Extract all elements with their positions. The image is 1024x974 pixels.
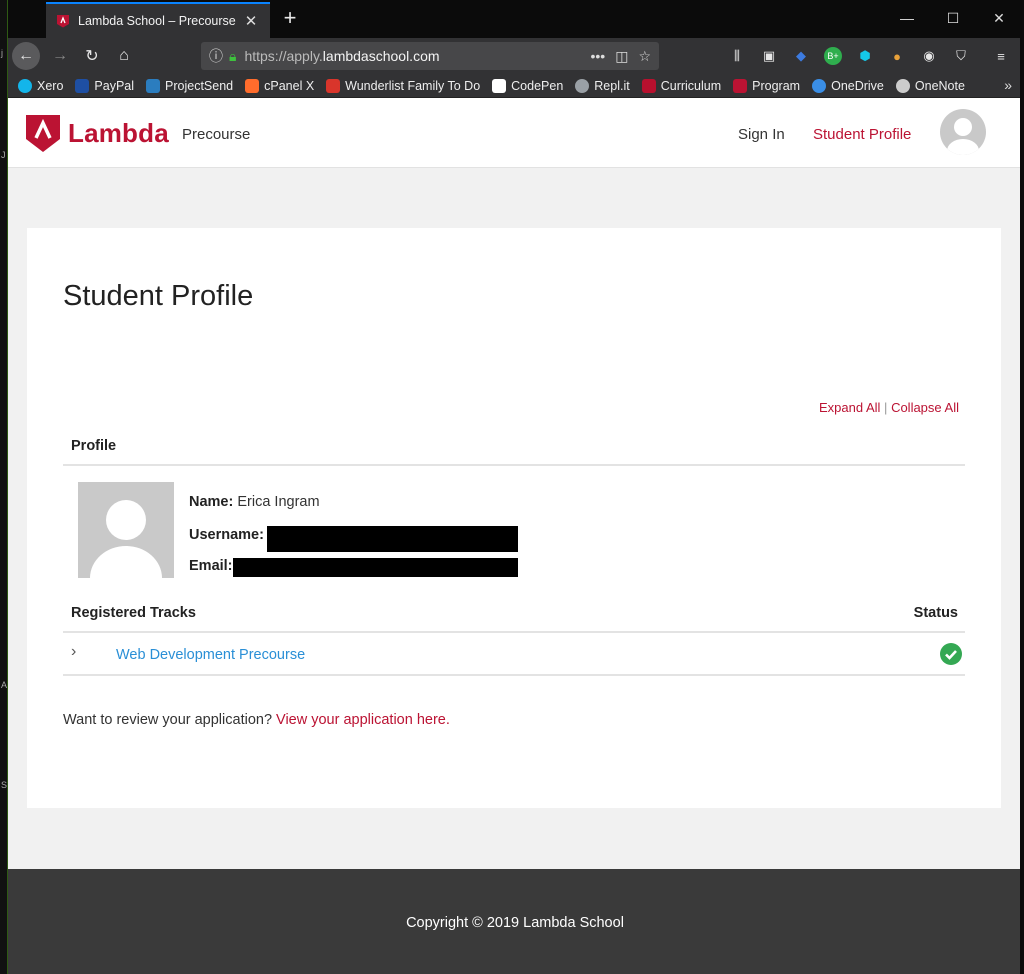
bookmark-curriculum[interactable]: Curriculum <box>641 78 721 93</box>
new-tab-button[interactable]: + <box>278 6 302 30</box>
wunderlist-icon <box>326 78 341 93</box>
sidebar-icon[interactable]: ▣ <box>760 47 778 65</box>
bookmark-projectsend[interactable]: ProjectSend <box>146 78 233 93</box>
onedrive-icon <box>812 78 827 93</box>
url-scheme: https://apply. <box>244 48 323 64</box>
expand-all-link[interactable]: Expand All <box>819 400 880 415</box>
menu-icon[interactable]: ≡ <box>992 47 1010 65</box>
name-field: Name: Erica Ingram <box>189 494 320 510</box>
bplus-extension-icon[interactable]: B+ <box>824 47 842 65</box>
nav-sign-in-link[interactable]: Sign In <box>738 126 785 143</box>
globe-icon <box>895 78 910 93</box>
divider <box>63 674 965 676</box>
view-application-link[interactable]: View your application here. <box>276 712 450 728</box>
replit-icon <box>575 78 590 93</box>
url-bar[interactable]: ⓘ 🔒︎ https://apply. lambdaschool.com ••• … <box>201 42 659 70</box>
cube-extension-icon[interactable]: ⬢ <box>856 47 874 65</box>
profile-card: Student Profile Expand All | Collapse Al… <box>27 228 1001 808</box>
profile-avatar <box>78 482 174 578</box>
name-value: Erica Ingram <box>237 494 320 510</box>
reload-button[interactable]: ↻ <box>78 42 106 70</box>
page-title: Student Profile <box>63 280 254 312</box>
close-window-button[interactable]: ✕ <box>976 0 1022 36</box>
browser-window: Lambda School – Precourse ✕ + — ☐ ✕ ← → … <box>8 0 1022 974</box>
bookmark-cpanel[interactable]: cPanel X <box>245 78 314 93</box>
bookmark-program[interactable]: Program <box>733 78 800 93</box>
registered-tracks-header: Registered Tracks <box>71 605 196 621</box>
divider <box>63 631 965 633</box>
bookmark-replit[interactable]: Repl.it <box>575 78 630 93</box>
bookmark-paypal[interactable]: PayPal <box>75 78 134 93</box>
forward-button[interactable]: → <box>46 42 74 70</box>
curriculum-icon <box>641 78 656 93</box>
bookmark-codepen[interactable]: CodePen <box>492 78 563 93</box>
desktop-left-edge: jJAS <box>0 0 8 974</box>
graduation-cap-icon[interactable]: ◆ <box>792 47 810 65</box>
check-circle-icon <box>940 643 962 665</box>
collapse-all-link[interactable]: Collapse All <box>891 400 959 415</box>
review-application-text: Want to review your application? View yo… <box>63 712 450 728</box>
site-footer: Copyright © 2019 Lambda School <box>8 869 1022 974</box>
username-field: Username: <box>189 527 264 543</box>
username-redacted <box>267 526 518 552</box>
account-icon[interactable]: ◉ <box>920 47 938 65</box>
nav-student-profile-link[interactable]: Student Profile <box>813 126 911 143</box>
user-avatar-icon <box>947 118 979 155</box>
separator: | <box>884 400 888 415</box>
paypal-icon <box>75 78 90 93</box>
expand-collapse-controls: Expand All | Collapse All <box>819 400 959 415</box>
lambda-favicon-icon <box>57 15 69 28</box>
site-header: Lambda Precourse Sign In Student Profile <box>8 98 1022 168</box>
program-icon <box>733 78 748 93</box>
site-section-label: Precourse <box>182 126 251 143</box>
copyright-text: Copyright © 2019 Lambda School <box>406 915 624 931</box>
email-redacted <box>233 558 518 577</box>
projectsend-icon <box>146 78 161 93</box>
bookmark-wunderlist[interactable]: Wunderlist Family To Do <box>326 78 480 93</box>
codepen-icon <box>492 78 507 93</box>
bookmark-star-icon[interactable]: ☆ <box>638 48 651 65</box>
monkey-extension-icon[interactable]: ● <box>888 47 906 65</box>
active-tab[interactable]: Lambda School – Precourse ✕ <box>46 2 270 38</box>
logo-text: Lambda <box>68 117 169 148</box>
bookmark-onenote[interactable]: OneNote <box>895 78 965 93</box>
tab-title: Lambda School – Precourse <box>78 14 236 28</box>
home-button[interactable]: ⌂ <box>110 42 138 70</box>
divider <box>63 464 965 466</box>
profile-section-header: Profile <box>71 438 117 454</box>
web-page: Lambda Precourse Sign In Student Profile… <box>8 98 1022 974</box>
lambda-logo[interactable]: Lambda <box>26 113 169 153</box>
nav-toolbar: ← → ↻ ⌂ ⓘ 🔒︎ https://apply. lambdaschool.… <box>8 38 1022 74</box>
email-field: Email: <box>189 558 233 574</box>
title-bar: Lambda School – Precourse ✕ + — ☐ ✕ <box>8 0 1022 38</box>
shield-icon[interactable]: ⛉ <box>952 47 970 65</box>
minimize-button[interactable]: — <box>884 0 930 36</box>
page-actions-icon[interactable]: ••• <box>590 48 605 64</box>
pocket-icon[interactable]: ◫ <box>615 48 628 65</box>
track-link[interactable]: Web Development Precourse <box>116 647 305 663</box>
cpanel-icon <box>245 78 260 93</box>
profile-avatar-icon <box>90 500 162 578</box>
xero-icon <box>18 78 32 93</box>
library-icon[interactable]: ⫼ <box>728 47 746 65</box>
lambda-shield-icon <box>26 115 60 152</box>
bookmarks-bar: Xero PayPal ProjectSend cPanel X Wunderl… <box>8 74 1022 98</box>
lock-icon: 🔒︎ <box>229 47 237 64</box>
bookmarks-overflow-icon[interactable]: » <box>1004 77 1012 93</box>
status-header: Status <box>913 605 958 621</box>
bookmark-xero[interactable]: Xero <box>18 78 63 93</box>
user-avatar[interactable] <box>940 109 986 155</box>
bookmark-onedrive[interactable]: OneDrive <box>812 78 884 93</box>
tab-close-icon[interactable]: ✕ <box>242 12 260 30</box>
info-icon[interactable]: ⓘ <box>209 46 223 66</box>
url-host: lambdaschool.com <box>322 48 440 64</box>
window-right-edge <box>1020 0 1022 974</box>
chevron-right-icon[interactable]: › <box>71 643 76 661</box>
back-button[interactable]: ← <box>12 42 40 70</box>
maximize-button[interactable]: ☐ <box>930 0 976 36</box>
